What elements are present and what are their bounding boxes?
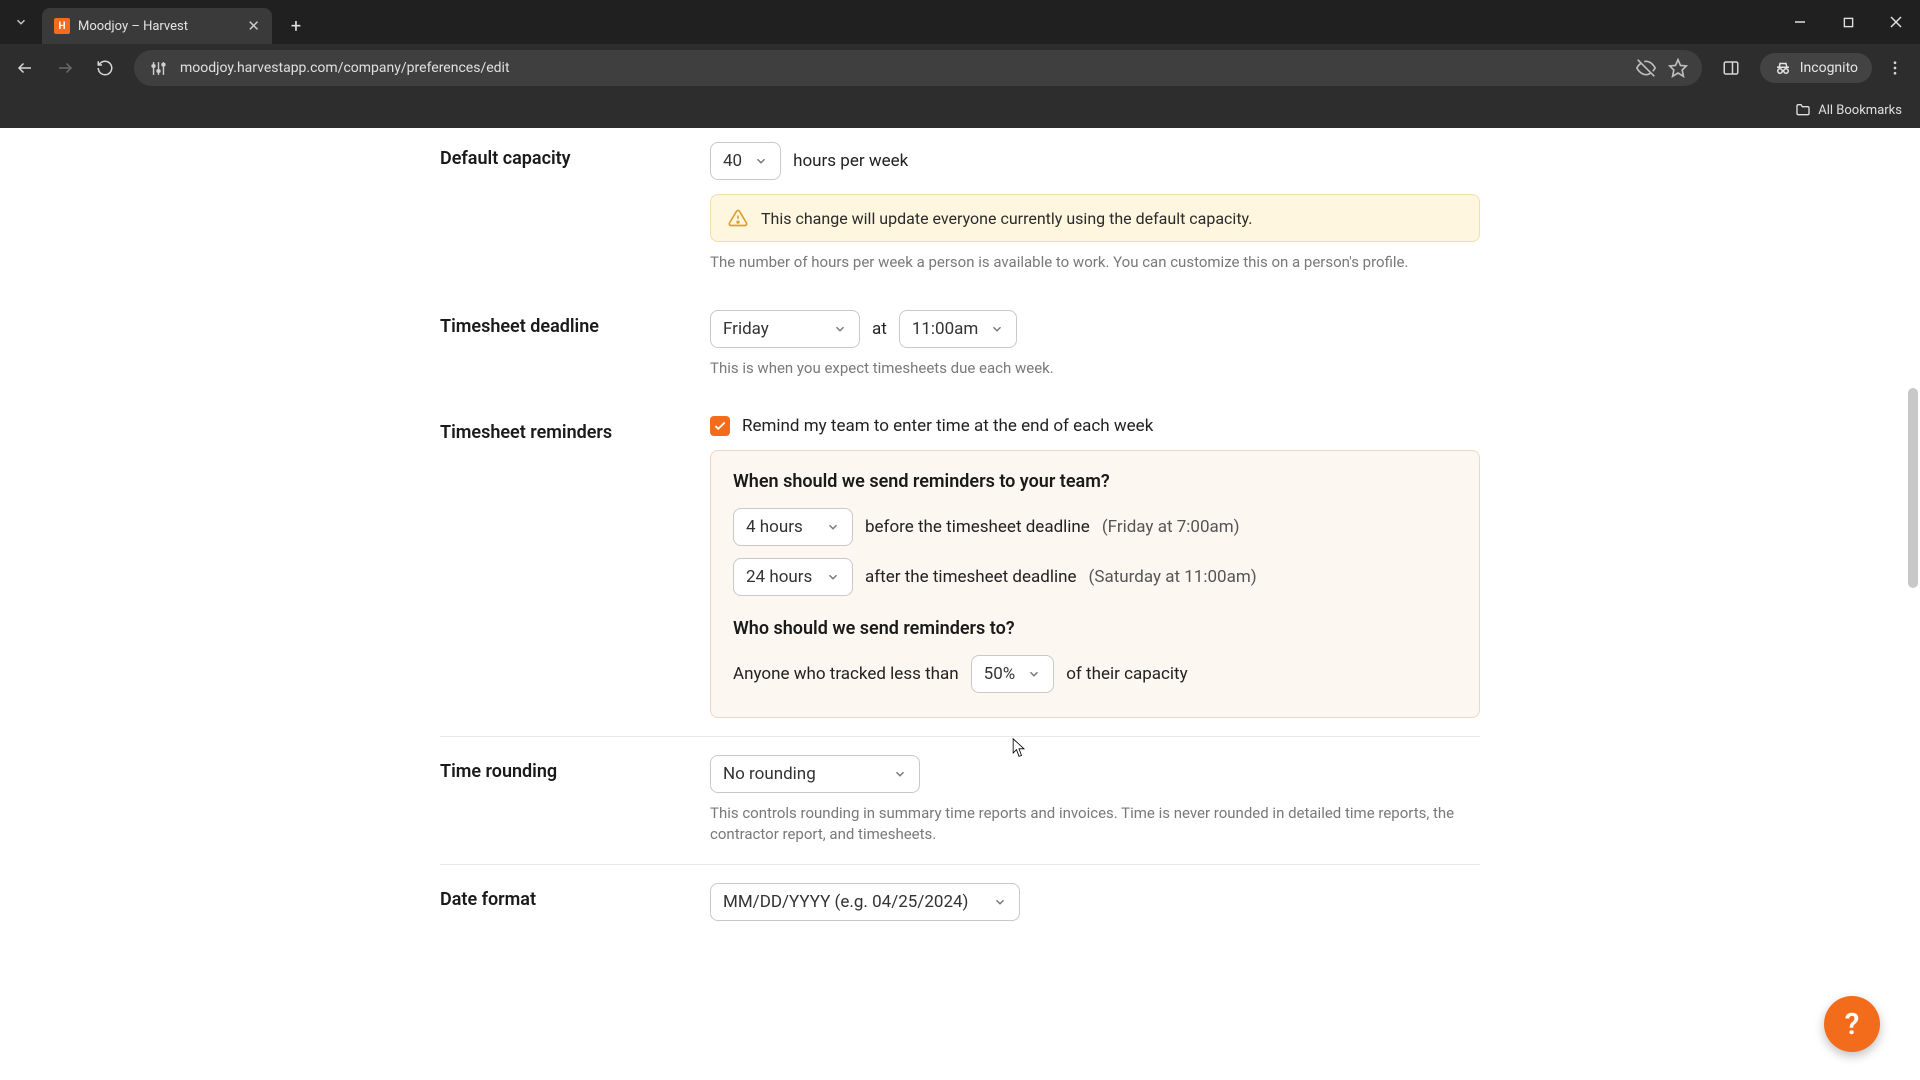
reminder-after-paren: (Saturday at 11:00am) <box>1089 567 1257 587</box>
all-bookmarks-label: All Bookmarks <box>1818 103 1902 118</box>
tab-title: Moodjoy – Harvest <box>78 19 237 34</box>
reminder-who-row: Anyone who tracked less than 50% of thei… <box>733 655 1457 693</box>
capacity-select[interactable]: 40 <box>710 142 781 180</box>
row-timesheet-deadline: Timesheet deadline Friday at 11:00am Thi… <box>440 292 1480 398</box>
rounding-select[interactable]: No rounding <box>710 755 920 793</box>
side-panel-button[interactable] <box>1714 51 1748 85</box>
rounding-hint: This controls rounding in summary time r… <box>710 803 1480 847</box>
reminders-checkbox-label: Remind my team to enter time at the end … <box>742 416 1153 436</box>
capacity-hint: The number of hours per week a person is… <box>710 252 1480 274</box>
browser-chrome: H Moodjoy – Harvest ✕ + moodjoy.harvesta… <box>0 0 1920 128</box>
reminder-after-row: 24 hours after the timesheet deadline (S… <box>733 558 1457 596</box>
reminder-before-paren: (Friday at 7:00am) <box>1102 517 1240 537</box>
deadline-hint: This is when you expect timesheets due e… <box>710 358 1480 380</box>
tab-favicon: H <box>54 18 70 34</box>
reminder-before-text: before the timesheet deadline <box>865 517 1090 537</box>
capacity-alert: This change will update everyone current… <box>710 194 1480 242</box>
label-date-format: Date format <box>440 883 710 921</box>
dateformat-select[interactable]: MM/DD/YYYY (e.g. 04/25/2024) <box>710 883 1020 921</box>
row-date-format: Date format MM/DD/YYYY (e.g. 04/25/2024) <box>440 865 1480 961</box>
window-close-button[interactable] <box>1872 0 1920 44</box>
browser-tab[interactable]: H Moodjoy – Harvest ✕ <box>42 8 272 44</box>
all-bookmarks-button[interactable]: All Bookmarks <box>1795 102 1902 118</box>
page-content: Default capacity 40 hours per week This … <box>0 128 1920 1080</box>
incognito-label: Incognito <box>1800 60 1858 76</box>
reminder-after-value: 24 hours <box>746 567 812 587</box>
folder-icon <box>1795 102 1811 118</box>
browser-toolbar: moodjoy.harvestapp.com/company/preferenc… <box>0 44 1920 92</box>
reminder-before-row: 4 hours before the timesheet deadline (F… <box>733 508 1457 546</box>
bookmark-star-icon[interactable] <box>1668 58 1688 78</box>
chevron-down-icon <box>893 767 907 781</box>
deadline-at: at <box>872 319 887 339</box>
url-bar[interactable]: moodjoy.harvestapp.com/company/preferenc… <box>134 50 1702 86</box>
capacity-suffix: hours per week <box>793 151 908 171</box>
reminder-who-select[interactable]: 50% <box>971 655 1055 693</box>
reminder-after-select[interactable]: 24 hours <box>733 558 853 596</box>
scrollbar-thumb[interactable] <box>1908 388 1918 588</box>
label-time-rounding: Time rounding <box>440 755 710 847</box>
tab-bar: H Moodjoy – Harvest ✕ + <box>0 0 1920 44</box>
capacity-value: 40 <box>723 151 742 171</box>
reminder-who-prefix: Anyone who tracked less than <box>733 664 959 684</box>
chevron-down-icon <box>1027 667 1041 681</box>
label-timesheet-deadline: Timesheet deadline <box>440 310 710 380</box>
back-button[interactable] <box>8 51 42 85</box>
check-icon <box>713 419 727 433</box>
incognito-badge[interactable]: Incognito <box>1760 53 1872 83</box>
window-minimize-button[interactable] <box>1776 0 1824 44</box>
preferences-form: Default capacity 40 hours per week This … <box>440 128 1480 961</box>
site-settings-icon[interactable] <box>148 58 168 78</box>
label-default-capacity: Default capacity <box>440 142 710 274</box>
reminders-checkbox[interactable] <box>710 416 730 436</box>
capacity-alert-text: This change will update everyone current… <box>761 209 1253 228</box>
eye-off-icon[interactable] <box>1636 58 1656 78</box>
tab-close-button[interactable]: ✕ <box>247 17 260 35</box>
chrome-menu-button[interactable] <box>1878 51 1912 85</box>
row-default-capacity: Default capacity 40 hours per week This … <box>440 136 1480 292</box>
deadline-time-select[interactable]: 11:00am <box>899 310 1018 348</box>
chevron-down-icon <box>993 895 1007 909</box>
reminders-who-heading: Who should we send reminders to? <box>733 618 1457 639</box>
mouse-cursor-icon <box>1012 738 1026 758</box>
chevron-down-icon <box>826 570 840 584</box>
deadline-time-value: 11:00am <box>912 319 979 339</box>
label-timesheet-reminders: Timesheet reminders <box>440 416 710 718</box>
row-timesheet-reminders: Timesheet reminders Remind my team to en… <box>440 398 1480 737</box>
chevron-down-icon <box>754 154 768 168</box>
new-tab-button[interactable]: + <box>282 12 310 40</box>
window-controls <box>1776 0 1920 44</box>
reload-button[interactable] <box>88 51 122 85</box>
reminder-after-text: after the timesheet deadline <box>865 567 1077 587</box>
reminders-when-heading: When should we send reminders to your te… <box>733 471 1457 492</box>
url-text: moodjoy.harvestapp.com/company/preferenc… <box>180 60 1624 76</box>
forward-button[interactable] <box>48 51 82 85</box>
window-maximize-button[interactable] <box>1824 0 1872 44</box>
chevron-down-icon <box>833 322 847 336</box>
help-button[interactable]: ? <box>1824 996 1880 1052</box>
chevron-down-icon <box>990 322 1004 336</box>
chevron-down-icon <box>826 520 840 534</box>
deadline-day-value: Friday <box>723 319 769 339</box>
row-time-rounding: Time rounding No rounding This controls … <box>440 737 1480 866</box>
reminder-who-value: 50% <box>984 664 1016 684</box>
rounding-value: No rounding <box>723 764 816 784</box>
reminder-before-select[interactable]: 4 hours <box>733 508 853 546</box>
tab-search-button[interactable] <box>6 7 36 37</box>
warning-icon <box>727 207 749 229</box>
bookmarks-bar: All Bookmarks <box>0 92 1920 128</box>
help-icon: ? <box>1845 1007 1860 1042</box>
reminder-who-suffix: of their capacity <box>1066 664 1187 684</box>
reminder-before-value: 4 hours <box>746 517 803 537</box>
deadline-day-select[interactable]: Friday <box>710 310 860 348</box>
dateformat-value: MM/DD/YYYY (e.g. 04/25/2024) <box>723 892 968 912</box>
incognito-icon <box>1774 59 1792 77</box>
reminders-panel: When should we send reminders to your te… <box>710 450 1480 718</box>
